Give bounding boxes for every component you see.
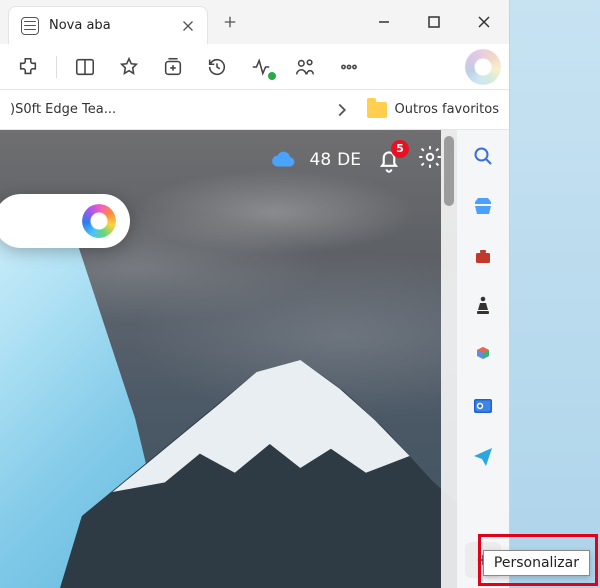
notifications-button[interactable]: 5 — [375, 146, 403, 174]
collections-button[interactable] — [153, 49, 193, 85]
other-favorites-folder[interactable]: Outros favoritos — [367, 102, 499, 118]
page-scrollbar[interactable] — [441, 130, 457, 588]
new-tab-page: 48 DE 5 — [0, 130, 457, 588]
toolbar-separator — [56, 56, 57, 78]
more-button[interactable] — [329, 49, 369, 85]
sidebar-m365[interactable] — [467, 340, 499, 372]
performance-button[interactable] — [241, 49, 281, 85]
window-controls — [359, 0, 509, 44]
extensions-button[interactable] — [8, 49, 48, 85]
close-window-button[interactable] — [459, 0, 509, 44]
toolbar — [0, 44, 509, 90]
split-screen-button[interactable] — [65, 49, 105, 85]
copilot-button[interactable] — [465, 49, 501, 85]
title-bar: Nova aba — [0, 0, 509, 44]
weather-icon[interactable] — [270, 147, 296, 173]
newtab-icon — [21, 17, 39, 35]
minimize-button[interactable] — [359, 0, 409, 44]
sidebar-send[interactable] — [467, 440, 499, 472]
ntp-settings-button[interactable] — [417, 144, 443, 175]
tab-title: Nova aba — [49, 18, 169, 33]
folder-icon — [367, 102, 387, 118]
status-ok-badge — [267, 71, 277, 81]
notification-badge: 5 — [391, 140, 409, 158]
other-favorites-label: Outros favoritos — [395, 102, 499, 117]
favorites-bar: )S0ft Edge Tea... Outros favoritos — [0, 90, 509, 130]
maximize-button[interactable] — [409, 0, 459, 44]
weather-unit[interactable]: DE — [337, 150, 361, 170]
family-button[interactable] — [285, 49, 325, 85]
sidebar-outlook[interactable] — [467, 390, 499, 422]
close-tab-icon[interactable] — [179, 17, 197, 35]
edge-sidebar — [457, 130, 509, 588]
copilot-icon — [82, 204, 116, 238]
sidebar-customize-button[interactable] — [465, 542, 501, 578]
sidebar-games[interactable] — [467, 290, 499, 322]
favorites-button[interactable] — [109, 49, 149, 85]
favorites-overflow-chevron[interactable] — [331, 99, 353, 121]
ntp-widgets: 48 DE 5 — [270, 144, 443, 175]
weather-temperature[interactable]: 48 — [310, 150, 332, 170]
sidebar-tools[interactable] — [467, 240, 499, 272]
scrollbar-thumb[interactable] — [444, 136, 454, 206]
browser-tab[interactable]: Nova aba — [8, 6, 208, 44]
history-button[interactable] — [197, 49, 237, 85]
sidebar-shopping[interactable] — [467, 190, 499, 222]
favorite-link-edge-team[interactable]: )S0ft Edge Tea... — [10, 102, 116, 117]
search-box[interactable] — [0, 194, 130, 248]
sidebar-search[interactable] — [467, 140, 499, 172]
browser-window: Nova aba — [0, 0, 510, 588]
new-tab-button[interactable] — [208, 0, 252, 44]
